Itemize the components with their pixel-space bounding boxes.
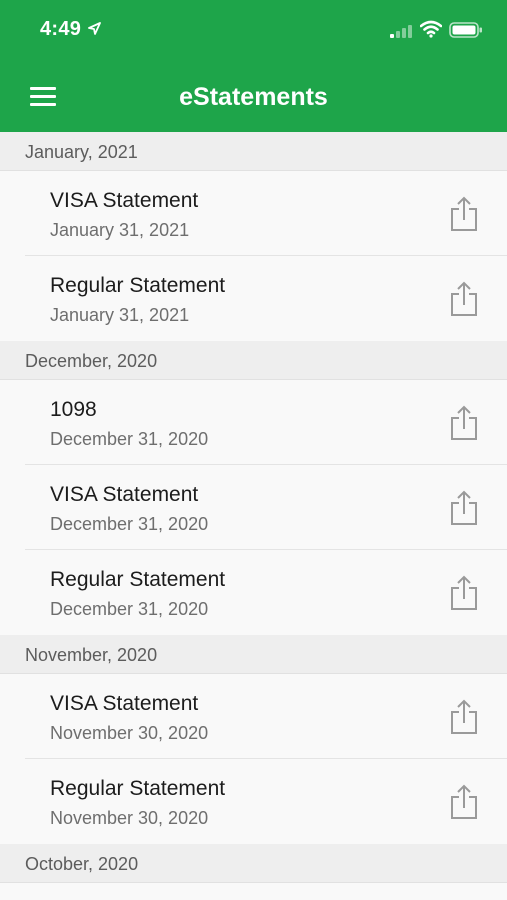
share-icon[interactable] — [449, 281, 479, 317]
statement-name: Regular Statement — [50, 777, 226, 800]
statement-date: November 30, 2020 — [50, 723, 209, 743]
statement-date: December 31, 2020 — [50, 599, 209, 619]
statement-name: VISA Statement — [50, 483, 199, 506]
share-icon[interactable] — [449, 575, 479, 611]
statement-row[interactable]: VISA Statement November 30, 2020 — [0, 674, 507, 759]
share-icon[interactable] — [449, 784, 479, 820]
statement-name: VISA Statement — [50, 692, 199, 715]
statement-row[interactable]: Regular Statement January 31, 2021 — [0, 256, 507, 341]
status-time: 4:49 — [40, 18, 82, 40]
location-arrow-icon — [88, 22, 101, 35]
section-header: October, 2020 — [0, 844, 507, 883]
section-header: January, 2021 — [0, 132, 507, 171]
share-icon[interactable] — [449, 405, 479, 441]
statement-name: Regular Statement — [50, 274, 226, 297]
statement-row[interactable]: Regular Statement November 30, 2020 — [0, 759, 507, 844]
statement-date: December 31, 2020 — [50, 429, 209, 449]
page-title: eStatements — [179, 83, 328, 111]
share-icon[interactable] — [449, 196, 479, 232]
statement-date: January 31, 2021 — [50, 305, 190, 325]
statement-row[interactable]: VISA Statement January 31, 2021 — [0, 171, 507, 256]
share-icon[interactable] — [449, 490, 479, 526]
statement-row[interactable]: VISA Statement December 31, 2020 — [0, 465, 507, 550]
statement-name: Regular Statement — [50, 568, 226, 591]
statement-date: November 30, 2020 — [50, 808, 209, 828]
status-bar: 4:49 — [0, 0, 507, 60]
statement-row[interactable]: Regular Statement December 31, 2020 — [0, 550, 507, 635]
statement-date: December 31, 2020 — [50, 514, 209, 534]
statement-list: January, 2021 VISA Statement January 31, 2… — [0, 132, 507, 883]
section-header: November, 2020 — [0, 635, 507, 674]
statement-date: January 31, 2021 — [50, 220, 190, 240]
battery-icon — [449, 22, 482, 38]
statement-name: 1098 — [50, 398, 97, 421]
section-header: December, 2020 — [0, 341, 507, 380]
statement-row[interactable]: 1098 December 31, 2020 — [0, 380, 507, 465]
cellular-signal-icon — [390, 25, 412, 38]
wifi-icon — [420, 20, 442, 38]
app-header: 4:49 eStatements — [0, 0, 507, 132]
statement-name: VISA Statement — [50, 189, 199, 212]
share-icon[interactable] — [449, 699, 479, 735]
